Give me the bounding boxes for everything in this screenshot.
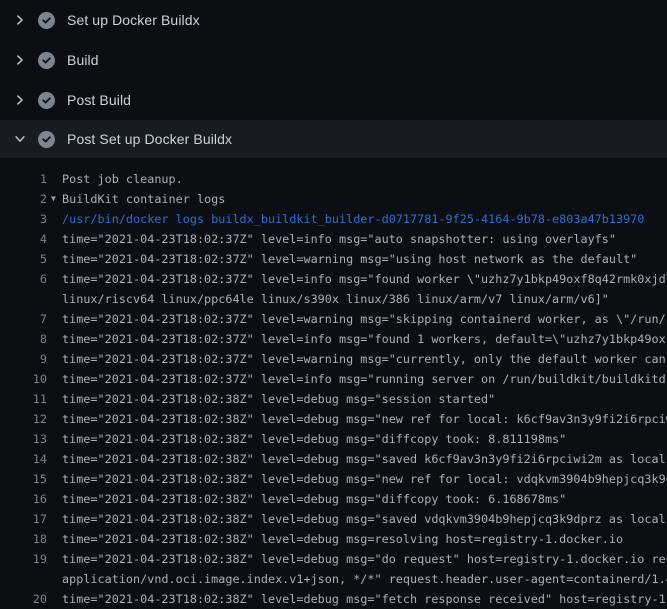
- log-line: 6 time="2021-04-23T18:02:37Z" level=info…: [0, 269, 667, 289]
- chevron-right-icon: [13, 13, 27, 27]
- log-line-text: time="2021-04-23T18:02:37Z" level=info m…: [62, 229, 667, 249]
- step-label: Build: [67, 52, 99, 68]
- log-line-number[interactable]: 7: [0, 309, 47, 329]
- log-line: 4 time="2021-04-23T18:02:37Z" level=info…: [0, 229, 667, 249]
- step-label: Post Set up Docker Buildx: [67, 131, 232, 147]
- log-line-text: time="2021-04-23T18:02:37Z" level=warnin…: [62, 349, 667, 369]
- log-line-number[interactable]: 17: [0, 509, 47, 529]
- log-line: 16 time="2021-04-23T18:02:38Z" level=deb…: [0, 489, 667, 509]
- check-circle-icon: [38, 92, 55, 109]
- step-header-build[interactable]: Build: [0, 40, 667, 80]
- step-label: Post Build: [67, 92, 131, 108]
- log-line: 1 Post job cleanup.: [0, 169, 667, 189]
- log-line: 18 time="2021-04-23T18:02:38Z" level=deb…: [0, 529, 667, 549]
- log-line-text: linux/riscv64 linux/ppc64le linux/s390x …: [62, 289, 667, 309]
- log-line-number[interactable]: 12: [0, 409, 47, 429]
- log-line: 7 time="2021-04-23T18:02:37Z" level=warn…: [0, 309, 667, 329]
- log-line-text: time="2021-04-23T18:02:38Z" level=debug …: [62, 549, 667, 569]
- step-header-post-set-up-docker-buildx[interactable]: Post Set up Docker Buildx: [0, 120, 667, 158]
- log-line-text: time="2021-04-23T18:02:38Z" level=debug …: [62, 469, 667, 489]
- log-line-text: time="2021-04-23T18:02:37Z" level=warnin…: [62, 309, 667, 329]
- log-line-wrap-continuation: application/vnd.oci.image.index.v1+json,…: [0, 569, 667, 589]
- log-line-number[interactable]: 15: [0, 469, 47, 489]
- log-line-text: time="2021-04-23T18:02:37Z" level=info m…: [62, 269, 667, 289]
- steps-list: Set up Docker Buildx Build Post Build Po…: [0, 0, 667, 158]
- chevron-right-icon: [13, 53, 27, 67]
- log-line: 17 time="2021-04-23T18:02:38Z" level=deb…: [0, 509, 667, 529]
- log-line-number[interactable]: 2: [0, 189, 47, 209]
- log-line-text: time="2021-04-23T18:02:38Z" level=debug …: [62, 509, 667, 529]
- log-line: 3 /usr/bin/docker logs buildx_buildkit_b…: [0, 209, 667, 229]
- log-line-number[interactable]: 11: [0, 389, 47, 409]
- log-line-number[interactable]: 1: [0, 169, 47, 189]
- log-line-number[interactable]: 16: [0, 489, 47, 509]
- log-line-text: time="2021-04-23T18:02:37Z" level=warnin…: [62, 249, 667, 269]
- log-line-text: time="2021-04-23T18:02:38Z" level=debug …: [62, 489, 667, 509]
- log-line: 11 time="2021-04-23T18:02:38Z" level=deb…: [0, 389, 667, 409]
- log-line-text: time="2021-04-23T18:02:38Z" level=debug …: [62, 589, 667, 609]
- log-line: 10 time="2021-04-23T18:02:37Z" level=inf…: [0, 369, 667, 389]
- log-line: 13 time="2021-04-23T18:02:38Z" level=deb…: [0, 429, 667, 449]
- log-line-number[interactable]: 13: [0, 429, 47, 449]
- check-circle-icon: [38, 12, 55, 29]
- log-line-text: time="2021-04-23T18:02:38Z" level=debug …: [62, 529, 667, 549]
- triangle-down-icon: ▼: [51, 189, 56, 209]
- log-line-number[interactable]: 9: [0, 349, 47, 369]
- chevron-right-icon: [13, 93, 27, 107]
- log-line: 8 time="2021-04-23T18:02:37Z" level=info…: [0, 329, 667, 349]
- log-container[interactable]: 1 Post job cleanup. 2 ▼ BuildKit contain…: [0, 158, 667, 609]
- log-line-number[interactable]: 10: [0, 369, 47, 389]
- log-line-wrap-continuation: linux/riscv64 linux/ppc64le linux/s390x …: [0, 289, 667, 309]
- log-line-number: [0, 289, 47, 309]
- log-line-number[interactable]: 14: [0, 449, 47, 469]
- log-line: 14 time="2021-04-23T18:02:38Z" level=deb…: [0, 449, 667, 469]
- log-line-text: time="2021-04-23T18:02:38Z" level=debug …: [62, 429, 667, 449]
- log-line-number[interactable]: 18: [0, 529, 47, 549]
- log-line: 12 time="2021-04-23T18:02:38Z" level=deb…: [0, 409, 667, 429]
- log-line-text: time="2021-04-23T18:02:38Z" level=debug …: [62, 409, 667, 429]
- step-header-set-up-docker-buildx[interactable]: Set up Docker Buildx: [0, 0, 667, 40]
- check-circle-icon: [38, 52, 55, 69]
- log-line-number[interactable]: 8: [0, 329, 47, 349]
- log-line-number[interactable]: 4: [0, 229, 47, 249]
- log-command-text: /usr/bin/docker logs buildx_buildkit_bui…: [62, 209, 667, 229]
- log-line: 20 time="2021-04-23T18:02:38Z" level=deb…: [0, 589, 667, 609]
- log-line-text: time="2021-04-23T18:02:37Z" level=info m…: [62, 329, 667, 349]
- log-line-text: Post job cleanup.: [62, 169, 667, 189]
- log-line: 15 time="2021-04-23T18:02:38Z" level=deb…: [0, 469, 667, 489]
- log-line-text: time="2021-04-23T18:02:38Z" level=debug …: [62, 389, 667, 409]
- chevron-down-icon: [13, 132, 27, 146]
- log-line: 19 time="2021-04-23T18:02:38Z" level=deb…: [0, 549, 667, 569]
- log-line-text: application/vnd.oci.image.index.v1+json,…: [62, 569, 667, 589]
- log-line-number[interactable]: 3: [0, 209, 47, 229]
- log-line: 9 time="2021-04-23T18:02:37Z" level=warn…: [0, 349, 667, 369]
- log-group-toggle[interactable]: 2 ▼ BuildKit container logs: [0, 189, 667, 209]
- log-line-number: [0, 569, 47, 589]
- log-line-number[interactable]: 5: [0, 249, 47, 269]
- log-group-title: BuildKit container logs: [62, 189, 667, 209]
- step-label: Set up Docker Buildx: [67, 12, 200, 28]
- log-line-text: time="2021-04-23T18:02:37Z" level=info m…: [62, 369, 667, 389]
- log-line-number[interactable]: 20: [0, 589, 47, 609]
- log-line-number[interactable]: 6: [0, 269, 47, 289]
- step-header-post-build[interactable]: Post Build: [0, 80, 667, 120]
- log-line-number[interactable]: 19: [0, 549, 47, 569]
- log-line: 5 time="2021-04-23T18:02:37Z" level=warn…: [0, 249, 667, 269]
- log-line-text: time="2021-04-23T18:02:38Z" level=debug …: [62, 449, 667, 469]
- check-circle-icon: [38, 131, 55, 148]
